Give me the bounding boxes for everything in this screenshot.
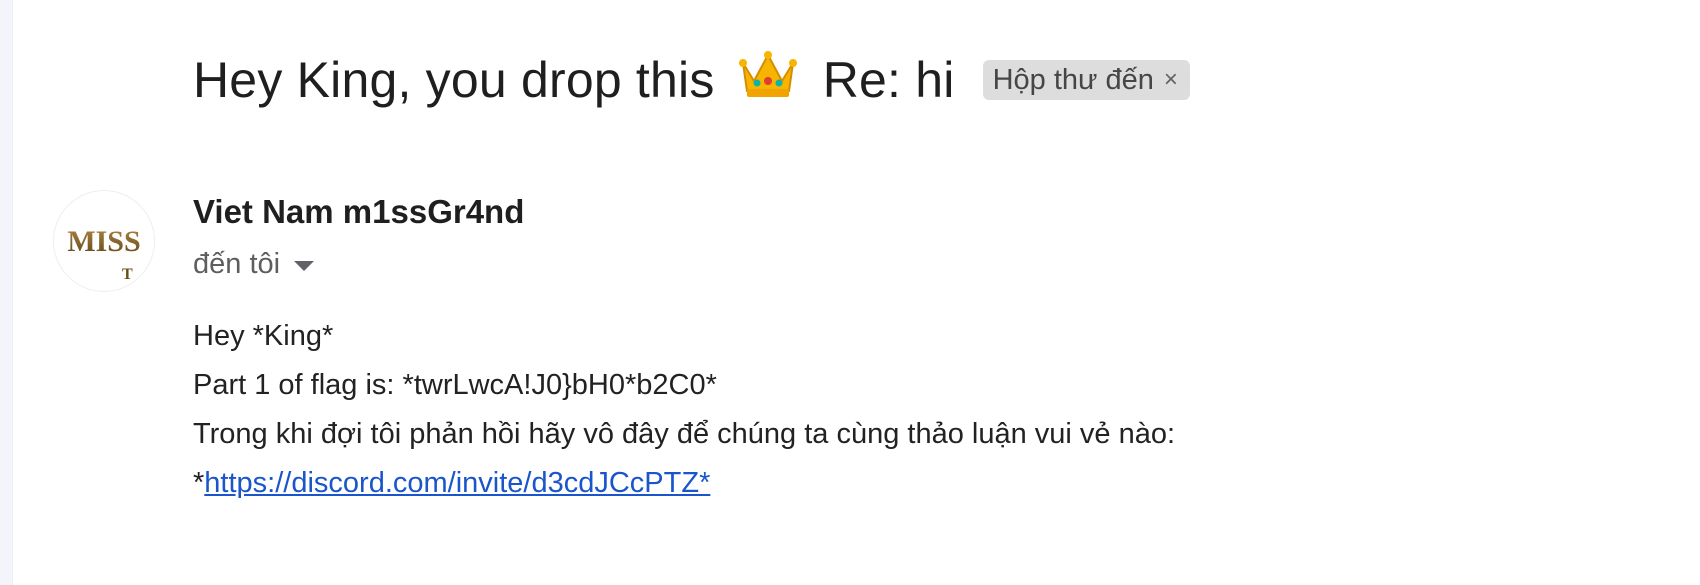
body-line-link: *https://discord.com/invite/d3cdJCcPTZ* (193, 459, 1175, 508)
sender-avatar[interactable]: MISS T (53, 190, 155, 292)
svg-text:T: T (122, 266, 133, 283)
recipient-text: đến tôi (193, 248, 281, 280)
email-body: Hey *King* Part 1 of flag is: *twrLwcA!J… (193, 312, 1175, 508)
avatar-logo-text: MISS (67, 225, 140, 258)
inbox-label-text: Hộp thư đến (992, 63, 1154, 96)
discord-invite-link[interactable]: https://discord.com/invite/d3cdJCcPTZ* (204, 467, 710, 499)
remove-label-icon[interactable]: × (1164, 68, 1178, 92)
body-line-flag: Part 1 of flag is: *twrLwcA!J0}bH0*b2C0* (193, 369, 717, 401)
left-sidebar-edge (0, 0, 13, 585)
inbox-label-chip: Hộp thư đến × (982, 60, 1190, 100)
recipient-details[interactable]: đến tôi (193, 244, 315, 284)
sender-name[interactable]: Viet Nam m1ssGr4nd (193, 190, 524, 234)
subject-text: Hey King, you drop this (193, 52, 715, 108)
subject-reply-text: Re: hi (822, 52, 955, 108)
chevron-down-icon[interactable] (294, 261, 315, 271)
body-line-greeting: Hey *King* (193, 320, 334, 352)
body-line-message: Trong khi đợi tôi phản hồi hãy vô đây để… (193, 418, 1176, 450)
subject-row: Hey King, you drop this Re: hi Hộp thư đ… (193, 44, 1190, 116)
crown-icon (738, 51, 797, 97)
email-subject: Hey King, you drop this Re: hi (193, 44, 955, 116)
link-prefix: * (193, 467, 205, 499)
